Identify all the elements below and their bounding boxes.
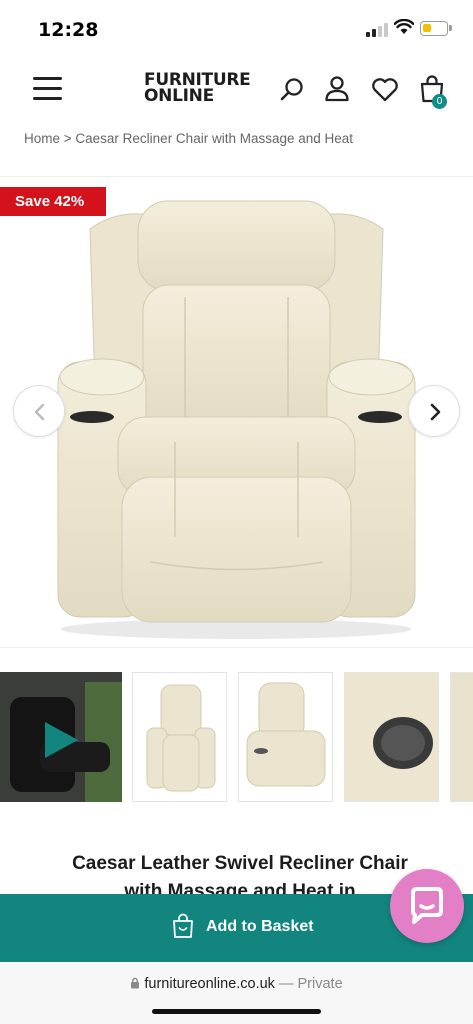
add-to-basket-label: Add to Basket	[206, 918, 314, 935]
status-bar: 12:28	[0, 0, 473, 58]
lock-icon	[131, 977, 140, 989]
url-text: furnitureonline.co.uk — Private	[0, 976, 473, 992]
search-icon[interactable]	[279, 74, 307, 104]
cupholder-closeup-thumbnail	[345, 673, 438, 801]
battery-tip	[449, 25, 452, 31]
home-indicator[interactable]	[152, 1009, 321, 1014]
black-recliner-video-thumbnail	[0, 672, 122, 802]
save-badge: Save 42%	[0, 187, 106, 216]
menu-icon[interactable]	[33, 75, 63, 101]
detail-thumbnail	[451, 673, 473, 801]
battery-icon	[420, 21, 448, 36]
thumbnail-4[interactable]	[344, 672, 439, 802]
logo-line2: ONLINE	[144, 86, 214, 106]
wifi-icon	[394, 19, 414, 34]
account-icon[interactable]	[323, 74, 351, 104]
gallery-prev-button[interactable]	[13, 385, 65, 437]
chevron-left-icon	[34, 403, 45, 421]
gallery-next-button[interactable]	[408, 385, 460, 437]
thumbnail-strip	[0, 672, 473, 803]
site-header: FURNITURE ONLINE	[0, 58, 473, 120]
status-time: 12:28	[38, 19, 99, 41]
breadcrumb[interactable]: Home > Caesar Recliner Chair with Massag…	[24, 131, 353, 146]
chat-bubble-icon	[411, 887, 443, 924]
shopping-bag-icon	[173, 913, 193, 938]
signal-icon	[366, 23, 388, 37]
thumbnail-3[interactable]	[238, 672, 333, 802]
thumbnail-2[interactable]	[132, 672, 227, 802]
url-separator: —	[274, 976, 298, 992]
cream-recliner-front-thumbnail	[146, 684, 216, 792]
wishlist-heart-icon[interactable]	[370, 74, 400, 104]
product-main-image[interactable]	[0, 176, 473, 648]
browsing-mode: Private	[297, 976, 343, 992]
thumbnail-5[interactable]	[450, 672, 473, 802]
basket-count-badge: 0	[432, 94, 447, 109]
recliner-chair-image	[57, 200, 416, 639]
cream-recliner-side-thumbnail	[246, 682, 326, 787]
chevron-right-icon	[430, 403, 441, 421]
site-logo[interactable]: FURNITURE ONLINE	[144, 72, 254, 106]
live-chat-button[interactable]	[390, 869, 464, 943]
browser-url-bar[interactable]: furnitureonline.co.uk — Private	[0, 962, 473, 1024]
thumbnail-1[interactable]	[0, 672, 122, 802]
url-domain: furnitureonline.co.uk	[144, 976, 275, 992]
